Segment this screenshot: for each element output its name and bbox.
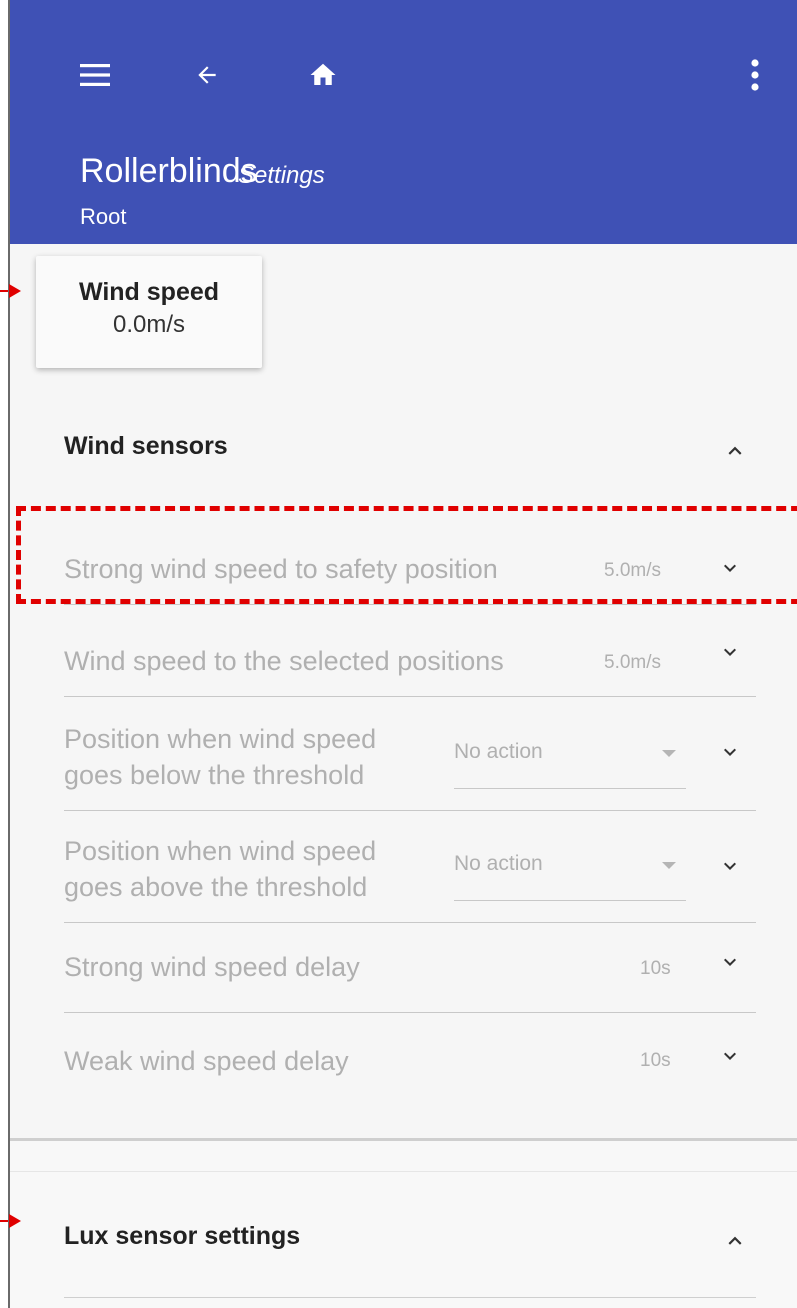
- annotation-arrowhead-lux: [9, 1214, 21, 1228]
- more-vert-icon: [751, 59, 759, 91]
- home-button[interactable]: [298, 52, 348, 98]
- select-value: No action: [454, 740, 543, 763]
- setting-row-position-below-threshold[interactable]: Position when wind speed goes below the …: [64, 696, 756, 811]
- annotation-arrowhead-badge: [9, 284, 21, 298]
- setting-label-line2: goes above the threshold: [64, 872, 368, 902]
- setting-label-line1: Position when wind speed: [64, 724, 377, 754]
- back-arrow-icon: [198, 66, 216, 84]
- setting-label-line2: goes below the threshold: [64, 760, 365, 790]
- lux-bottom-line: [64, 1297, 756, 1298]
- setting-value: 5.0m/s: [604, 652, 662, 673]
- wind-speed-label: Wind speed: [78, 278, 220, 306]
- dropdown-arrow-icon: [662, 862, 676, 869]
- back-button[interactable]: [182, 52, 232, 98]
- position-above-select[interactable]: No action: [454, 840, 686, 901]
- dropdown-arrow-icon: [662, 750, 676, 757]
- position-below-select[interactable]: No action: [454, 728, 686, 789]
- collapse-lux-settings-icon[interactable]: [722, 1228, 748, 1254]
- setting-label: Strong wind speed delay: [64, 952, 360, 982]
- menu-button[interactable]: [70, 52, 120, 98]
- setting-row-position-above-threshold[interactable]: Position when wind speed goes above the …: [64, 810, 756, 923]
- home-icon: [310, 63, 336, 85]
- setting-value: 10s: [640, 958, 671, 979]
- wind-speed-value: 0.0m/s: [112, 311, 186, 338]
- chevron-down-icon[interactable]: [718, 950, 742, 974]
- breadcrumb[interactable]: Root: [80, 204, 126, 230]
- highlight-box: [16, 506, 797, 604]
- chevron-down-icon[interactable]: [718, 1044, 742, 1068]
- setting-label: Wind speed to the selected positions: [64, 646, 504, 676]
- chevron-down-icon[interactable]: [718, 740, 742, 764]
- chevron-down-icon[interactable]: [718, 640, 742, 664]
- page-subtitle: Settings: [238, 162, 325, 189]
- setting-label: Weak wind speed delay: [64, 1046, 349, 1076]
- annotation-arrow-lux: [0, 1220, 8, 1222]
- setting-row-weak-wind-delay[interactable]: Weak wind speed delay 10s: [64, 1012, 756, 1100]
- setting-row-wind-selected-positions[interactable]: Wind speed to the selected positions 5.0…: [64, 604, 756, 697]
- wind-sensors-title: Wind sensors: [64, 432, 228, 460]
- setting-label-line1: Position when wind speed: [64, 836, 377, 866]
- setting-row-strong-wind-delay[interactable]: Strong wind speed delay 10s: [64, 922, 756, 1013]
- select-value: No action: [454, 852, 543, 875]
- app-bar: Rollerblinds Settings Root: [10, 0, 797, 244]
- wind-speed-card: Wind speed 0.0m/s: [36, 256, 262, 368]
- page-title: Rollerblinds: [80, 152, 258, 190]
- lux-sensor-settings-title: Lux sensor settings: [64, 1222, 301, 1250]
- menu-icon: [80, 64, 110, 86]
- lux-top-line: [10, 1171, 797, 1172]
- annotation-arrow-badge: [0, 290, 8, 292]
- setting-value: 10s: [640, 1050, 671, 1071]
- chevron-down-icon[interactable]: [718, 854, 742, 878]
- overflow-menu-button[interactable]: [730, 52, 780, 98]
- collapse-wind-sensors-icon[interactable]: [722, 438, 748, 464]
